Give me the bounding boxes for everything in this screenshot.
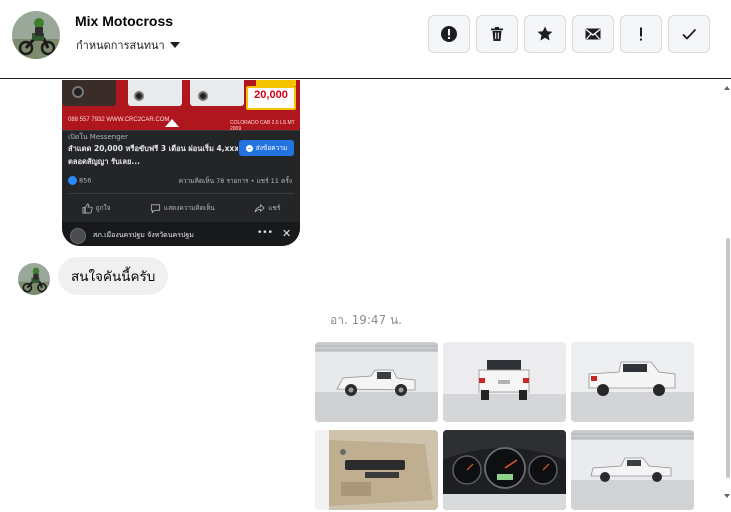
caret-down-icon <box>169 42 180 48</box>
conversation-toolbar <box>428 15 710 53</box>
message-timestamp: อา. 19:47 น. <box>330 313 402 327</box>
scroll-thumb[interactable] <box>726 238 730 478</box>
share-icon <box>254 203 265 212</box>
more-icon: ••• <box>257 228 273 238</box>
star-button[interactable] <box>524 15 566 53</box>
ad-model: COLORADO CAB 2.5 LS MT 2009 <box>230 120 295 130</box>
send-message-button: ส่งข้อความ <box>239 140 294 156</box>
report-button[interactable] <box>428 15 470 53</box>
ad-notch <box>165 119 179 127</box>
contact-name: Mix Motocross <box>75 13 174 29</box>
like-icon <box>68 176 77 185</box>
divider <box>62 130 300 131</box>
follow-up-button[interactable] <box>620 15 662 53</box>
ad-photo <box>190 80 244 106</box>
delete-button[interactable] <box>476 15 518 53</box>
mark-unread-button[interactable] <box>572 15 614 53</box>
exclamation-icon <box>640 27 642 41</box>
message-thread: 20,000 088 557 7932 WWW.CRC2CAR.COM COLO… <box>0 80 731 512</box>
post-page-footer: สภ.เมืองนครปฐม จังหวัดนครปฐม ••• ✕ <box>62 222 300 246</box>
message-text: สนใจคันนี้ครับ <box>71 269 156 285</box>
attached-photo[interactable] <box>315 430 438 510</box>
trash-icon <box>491 27 503 41</box>
done-button[interactable] <box>668 15 710 53</box>
conversation-header: Mix Motocross กำหนดการสนทนา <box>0 0 731 79</box>
attached-photo[interactable] <box>443 430 566 510</box>
chat-scrollbar[interactable] <box>724 80 731 512</box>
contact-avatar[interactable] <box>12 11 60 59</box>
post-text: ตลอดสัญญา รับเลย... <box>68 157 140 166</box>
post-stats: ความคิดเห็น 78 รายการ • แชร์ 11 ครั้ง <box>178 177 292 185</box>
ad-banner: 20,000 088 557 7932 WWW.CRC2CAR.COM COLO… <box>62 80 300 130</box>
send-message-label: ส่งข้อความ <box>255 144 288 152</box>
close-icon: ✕ <box>282 227 292 240</box>
attached-photo[interactable] <box>571 342 694 422</box>
like-action: ถูกใจ <box>82 203 111 214</box>
share-action: แชร์ <box>254 203 280 214</box>
shared-post-image[interactable]: 20,000 088 557 7932 WWW.CRC2CAR.COM COLO… <box>62 80 300 246</box>
attached-photo[interactable] <box>315 342 438 422</box>
ad-url: 088 557 7932 WWW.CRC2CAR.COM <box>68 117 170 123</box>
thumbs-up-icon <box>82 203 93 213</box>
conversation-status-dropdown[interactable]: กำหนดการสนทนา <box>76 36 180 54</box>
open-in-label: เปิดใน Messenger <box>68 133 128 141</box>
page-name: สภ.เมืองนครปฐม จังหวัดนครปฐม <box>93 231 194 239</box>
ad-photo <box>62 80 116 106</box>
post-actions: ถูกใจ แสดงความคิดเห็น แชร์ <box>62 198 300 218</box>
star-icon <box>537 26 553 41</box>
comment-icon <box>150 203 160 214</box>
ad-price: 20,000 <box>254 89 288 101</box>
alert-circle-icon <box>441 26 457 42</box>
likes-count: 856 <box>79 176 92 185</box>
check-icon <box>682 28 697 40</box>
scroll-down-icon[interactable] <box>724 494 730 498</box>
scroll-up-icon[interactable] <box>724 86 730 90</box>
ad-photo <box>128 80 182 106</box>
page-avatar <box>70 228 86 244</box>
messenger-icon <box>245 144 253 152</box>
envelope-icon <box>585 28 601 40</box>
comment-action: แสดงความคิดเห็น <box>150 203 215 214</box>
divider <box>68 193 294 194</box>
reactions-row: 856 ความคิดเห็น 78 รายการ • แชร์ 11 ครั้… <box>68 176 296 188</box>
conversation-view: Mix Motocross กำหนดการสนทนา 20,000 088 5… <box>0 0 731 512</box>
message-bubble[interactable]: สนใจคันนี้ครับ <box>58 257 169 295</box>
attached-photo[interactable] <box>443 342 566 422</box>
attached-photo[interactable] <box>571 430 694 510</box>
sender-avatar[interactable] <box>18 263 50 295</box>
post-text: สำแดด 20,000 หรือขับฟรี 3 เดือน ผ่อนเริ่… <box>68 144 238 153</box>
conversation-status-label: กำหนดการสนทนา <box>76 39 165 52</box>
